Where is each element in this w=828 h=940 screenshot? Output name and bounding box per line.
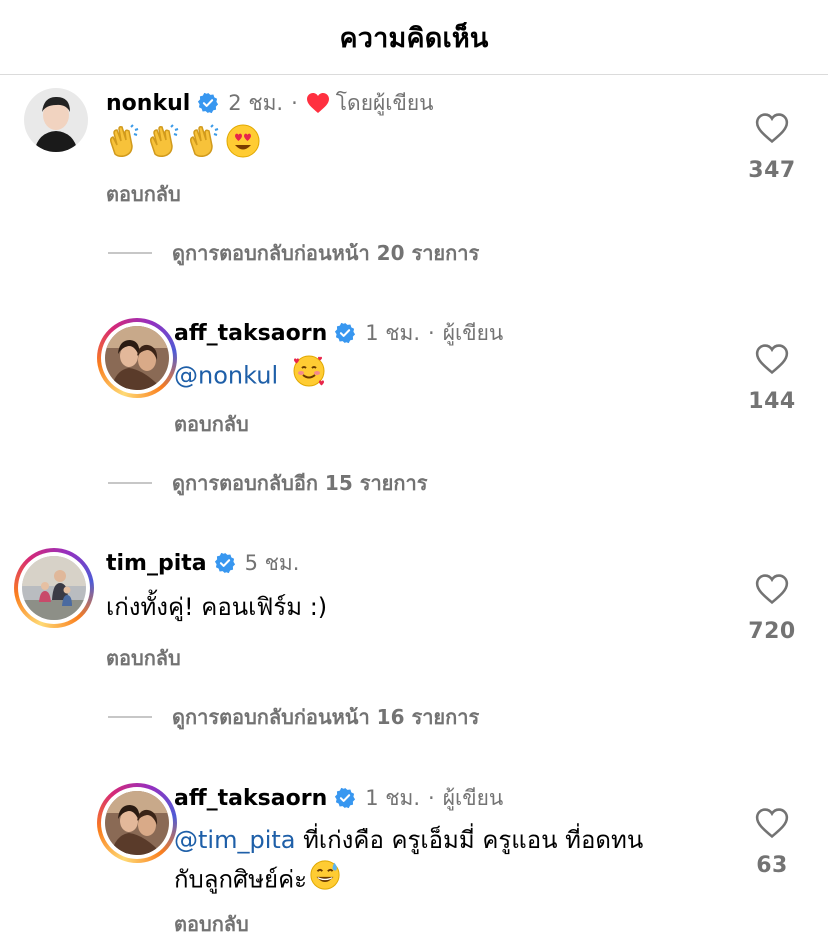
like-heart-icon[interactable] [755,112,789,148]
comment-meta: aff_taksaorn 1 ชม. · ผู้เขียน [174,781,503,815]
comment-text: @tim_pita ที่เก่งคือ ครูเอ็มมี่ ครูแอน ท… [174,821,643,859]
username[interactable]: aff_taksaorn [174,321,327,346]
like-count: 720 [748,619,796,644]
view-replies-label: ดูการตอบกลับก่อนหน้า 20 รายการ [172,241,480,265]
comments-header: ความคิดเห็น [0,0,828,75]
avatar-aff-taksaorn[interactable] [97,783,177,863]
verified-badge-icon [214,552,236,574]
verified-badge-icon [334,787,356,809]
mention-link[interactable]: @nonkul [174,362,278,390]
comment-text-line1: ที่เก่งคือ ครูเอ็มมี่ ครูแอน ที่อดทน [295,826,644,854]
grinning-sweat-emoji-icon [309,859,341,902]
avatar-nonkul[interactable] [24,88,88,152]
clapping-hands-icon [146,124,180,169]
smiling-face-with-hearts-icon [292,354,326,399]
separator: · [428,786,435,810]
clapping-hands-icon [106,124,140,169]
like-heart-icon[interactable] [755,573,789,609]
comment-time: 2 ชม. [228,90,284,115]
author-badge: โดยผู้เขียน [335,90,434,115]
comment-meta: aff_taksaorn 1 ชม. · ผู้เขียน [174,316,503,350]
like-count: 347 [748,158,796,183]
comment-time: 1 ชม. [365,320,421,345]
like-area: 144 [737,343,807,414]
comment-meta: tim_pita 5 ชม. [106,546,299,580]
reply-button[interactable]: ตอบกลับ [106,642,181,674]
avatar-aff-taksaorn[interactable] [97,318,177,398]
divider-line [108,252,152,254]
page-title: ความคิดเห็น [339,22,489,54]
reply-button[interactable]: ตอบกลับ [174,908,249,940]
reply-button[interactable]: ตอบกลับ [106,178,181,210]
comment-text-continued: กับลูกศิษย์ค่ะ [174,859,347,902]
view-replies-button[interactable]: ดูการตอบกลับอีก 15 รายการ [108,467,427,499]
heart-eyes-emoji-icon [226,124,260,169]
like-area: 63 [737,807,807,878]
view-replies-label: ดูการตอบกลับก่อนหน้า 16 รายการ [172,705,480,729]
verified-badge-icon [334,322,356,344]
comment-text-line2: กับลูกศิษย์ค่ะ [174,865,308,894]
like-count: 144 [748,389,796,414]
clapping-hands-icon [186,124,220,169]
liked-by-author-heart-icon [306,92,330,114]
view-replies-label: ดูการตอบกลับอีก 15 รายการ [172,471,428,495]
mention-link[interactable]: @tim_pita [174,826,295,854]
separator: · [291,91,298,115]
username[interactable]: aff_taksaorn [174,786,327,811]
divider-line [108,716,152,718]
view-replies-button[interactable]: ดูการตอบกลับก่อนหน้า 20 รายการ [108,237,479,269]
like-count: 63 [756,853,788,878]
like-area: 347 [737,112,807,183]
reply-button[interactable]: ตอบกลับ [174,408,249,440]
username[interactable]: tim_pita [106,551,207,576]
comment-time: 1 ชม. [365,785,421,810]
comment-text: เก่งทั้งคู่! คอนเฟิร์ม :) [106,593,328,621]
comment-time: 5 ชม. [244,550,300,575]
author-badge: ผู้เขียน [442,785,504,810]
comment-meta: nonkul 2 ชม. · โดยผู้เขียน [106,86,434,120]
avatar-tim-pita[interactable] [14,548,94,628]
like-heart-icon[interactable] [755,343,789,379]
verified-badge-icon [197,92,219,114]
comment-text [106,124,266,169]
like-area: 720 [737,573,807,644]
divider-line [108,482,152,484]
username[interactable]: nonkul [106,91,190,116]
view-replies-button[interactable]: ดูการตอบกลับก่อนหน้า 16 รายการ [108,701,479,733]
separator: · [428,321,435,345]
like-heart-icon[interactable] [755,807,789,843]
comment-text: @nonkul [174,354,332,399]
author-badge: ผู้เขียน [442,320,504,345]
